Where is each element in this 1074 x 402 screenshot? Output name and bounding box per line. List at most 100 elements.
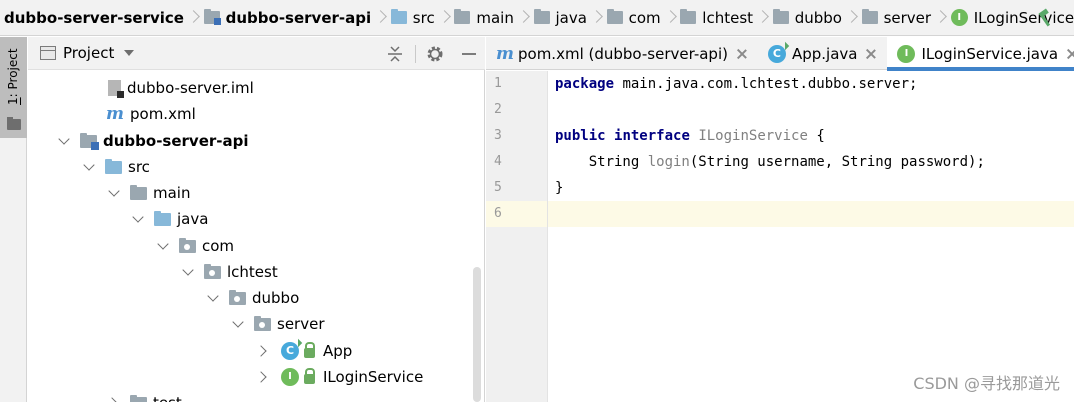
project-view-icon: [40, 46, 56, 60]
maven-icon: m: [496, 43, 514, 64]
code-line-1[interactable]: package main.java.com.lchtest.dubbo.serv…: [548, 71, 1074, 97]
breadcrumb-label: dubbo: [794, 8, 842, 27]
breadcrumb-item-java[interactable]: java: [530, 0, 587, 35]
tree-item-lchtest[interactable]: lchtest: [28, 259, 472, 285]
folder-icon: [454, 9, 471, 24]
chevron-down-icon[interactable]: [56, 133, 72, 149]
tree-item-label: lchtest: [227, 263, 278, 281]
tree-item-iloginservice[interactable]: I ILoginService: [28, 364, 472, 390]
code-line-5[interactable]: }: [548, 175, 1074, 201]
folder-icon: [154, 211, 171, 226]
lock-icon: [304, 368, 315, 384]
gear-icon[interactable]: [425, 44, 445, 64]
build-hammer-icon[interactable]: [1036, 8, 1056, 28]
tree-item-app[interactable]: C App: [28, 338, 472, 364]
tree-item-src[interactable]: src: [28, 154, 472, 180]
chevron-right-icon: [757, 7, 769, 29]
line-number: 4: [494, 154, 502, 169]
tree-item-label: dubbo-server.iml: [127, 79, 254, 97]
close-icon[interactable]: [865, 48, 877, 60]
code-line-4[interactable]: String login(String username, String pas…: [548, 149, 1074, 175]
chevron-right-icon: [439, 7, 451, 29]
line-number: 3: [494, 128, 502, 143]
tree-item-server[interactable]: server: [28, 311, 472, 337]
tree-item-com[interactable]: com: [28, 233, 472, 259]
code-line-3[interactable]: public interface ILoginService {: [548, 123, 1074, 149]
tree-item-label: dubbo: [252, 289, 300, 307]
class-icon: C: [281, 342, 299, 360]
line-number-gutter: 1 2 3 4 5 6: [486, 71, 548, 402]
chevron-down-icon[interactable]: [205, 290, 221, 306]
tree-item-module[interactable]: dubbo-server-api: [28, 128, 472, 154]
project-view-selector[interactable]: Project: [63, 44, 114, 62]
tab-label: App.java: [791, 44, 858, 63]
package-icon: [204, 264, 221, 279]
code-line-2[interactable]: [548, 97, 1074, 123]
breadcrumb-item-project[interactable]: dubbo-server-service: [0, 0, 184, 35]
chevron-right-icon: [591, 7, 603, 29]
close-icon[interactable]: [736, 48, 748, 60]
folder-icon: [606, 9, 623, 24]
chevron-right-icon[interactable]: [255, 369, 271, 385]
chevron-down-icon[interactable]: [124, 50, 134, 56]
maven-icon: m: [106, 104, 124, 124]
folder-icon: [861, 9, 878, 24]
code-area[interactable]: package main.java.com.lchtest.dubbo.serv…: [548, 71, 1074, 402]
lock-icon: [304, 342, 315, 358]
breadcrumb-item-com[interactable]: com: [603, 0, 661, 35]
keyword: package: [555, 76, 615, 92]
collapse-all-icon[interactable]: [385, 44, 405, 64]
project-panel-header: Project: [28, 37, 485, 70]
line-number: 6: [494, 206, 502, 221]
tree-item-java[interactable]: java: [28, 206, 472, 232]
tree-scrollbar[interactable]: [473, 267, 481, 402]
line-number: 2: [494, 102, 502, 117]
project-tree: dubbo-server.iml m pom.xml dubbo-server-…: [28, 75, 472, 402]
minimize-icon[interactable]: [459, 44, 479, 64]
chevron-down-icon[interactable]: [106, 185, 122, 201]
interface-icon: I: [897, 44, 916, 63]
iml-file-icon: [108, 80, 124, 98]
chevron-right-icon[interactable]: [255, 343, 271, 359]
chevron-right-icon[interactable]: [106, 395, 122, 402]
tree-item-iml[interactable]: dubbo-server.iml: [28, 75, 472, 101]
tab-label: pom.xml (dubbo-server-api): [518, 44, 728, 63]
package-icon: [254, 316, 271, 331]
breadcrumb-item-module[interactable]: dubbo-server-api: [200, 0, 371, 35]
editor-tab-bar: m pom.xml (dubbo-server-api) C App.java …: [486, 37, 1074, 71]
close-icon[interactable]: [1066, 48, 1074, 60]
tree-item-label: main: [153, 184, 191, 202]
chevron-down-icon[interactable]: [81, 159, 97, 175]
tab-pom-xml[interactable]: m pom.xml (dubbo-server-api): [486, 37, 758, 70]
tree-item-test[interactable]: test: [28, 390, 472, 402]
breadcrumb-label: lchtest: [702, 8, 754, 27]
code-line-6-current[interactable]: [548, 201, 1074, 227]
chevron-down-icon[interactable]: [230, 316, 246, 332]
tab-iloginservice-java[interactable]: I ILoginService.java: [887, 37, 1074, 71]
project-tool-window-button[interactable]: 1: Project: [0, 37, 27, 138]
chevron-right-icon: [188, 7, 200, 29]
breadcrumb-item-server[interactable]: server: [858, 0, 932, 35]
chevron-down-icon[interactable]: [130, 211, 146, 227]
breadcrumb-item-lchtest[interactable]: lchtest: [676, 0, 754, 35]
breadcrumb-item-src[interactable]: src: [387, 0, 435, 35]
breadcrumb-item-main[interactable]: main: [450, 0, 514, 35]
navigation-breadcrumb: dubbo-server-service dubbo-server-api sr…: [0, 0, 1074, 36]
code-text: }: [555, 180, 564, 196]
tree-item-dubbo[interactable]: dubbo: [28, 285, 472, 311]
chevron-down-icon[interactable]: [180, 264, 196, 280]
breadcrumb-label: server: [883, 8, 932, 27]
tab-app-java[interactable]: C App.java: [758, 37, 888, 70]
code-text: (String username, String password);: [689, 154, 985, 170]
tree-item-label: test: [153, 394, 182, 402]
tree-item-label: com: [202, 237, 235, 255]
code-text: String: [555, 154, 648, 170]
tree-item-label: ILoginService: [323, 368, 424, 386]
tree-item-label: dubbo-server-api: [103, 132, 249, 150]
chevron-down-icon[interactable]: [155, 238, 171, 254]
chevron-right-icon: [935, 7, 947, 29]
breadcrumb-item-dubbo[interactable]: dubbo: [769, 0, 842, 35]
source-folder-icon: [390, 9, 407, 24]
tree-item-pom[interactable]: m pom.xml: [28, 101, 472, 127]
tree-item-main[interactable]: main: [28, 180, 472, 206]
